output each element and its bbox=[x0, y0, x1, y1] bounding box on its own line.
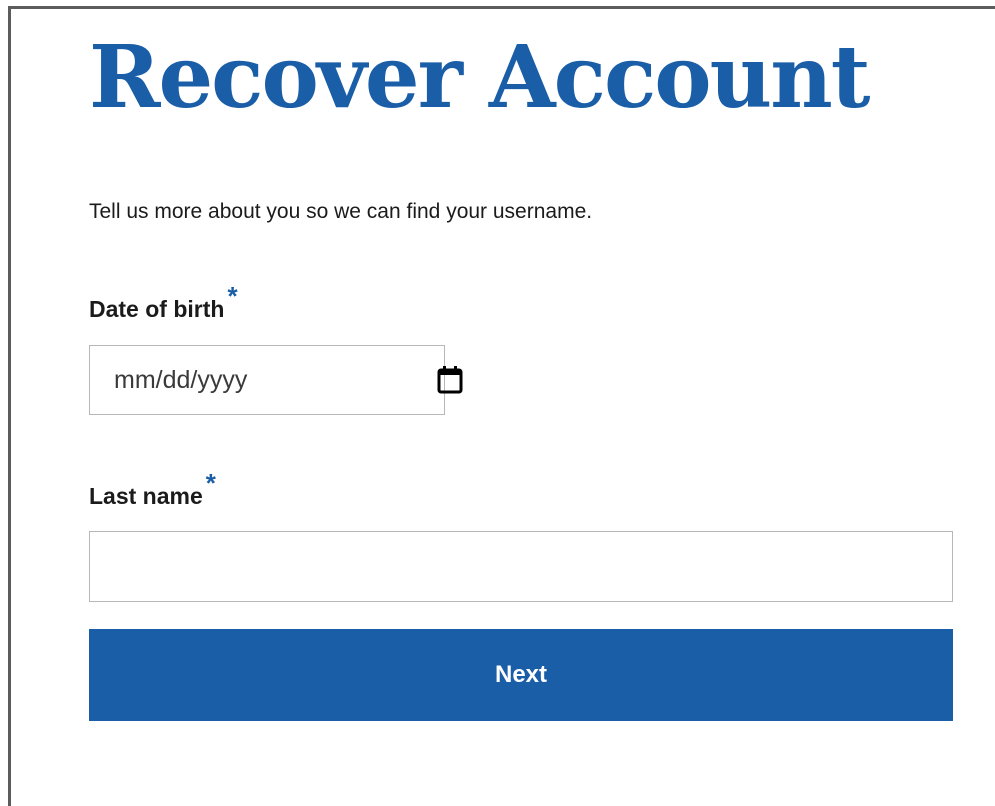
calendar-icon[interactable] bbox=[436, 363, 464, 397]
dob-required-marker: * bbox=[227, 281, 238, 311]
last-name-required-marker: * bbox=[205, 468, 216, 498]
intro-text: Tell us more about you so we can find yo… bbox=[89, 200, 593, 223]
dob-input[interactable] bbox=[114, 365, 436, 395]
calendar-icon-glyph bbox=[437, 366, 463, 394]
window-frame: Recover Account Tell us more about you s… bbox=[8, 6, 995, 806]
last-name-label: Last name * bbox=[89, 468, 216, 511]
dob-label-text: Date of birth bbox=[89, 296, 225, 322]
page-title: Recover Account bbox=[89, 27, 870, 128]
dob-label: Date of birth * bbox=[89, 281, 238, 324]
last-name-label-text: Last name bbox=[89, 483, 203, 509]
dob-field[interactable] bbox=[89, 345, 463, 415]
last-name-input[interactable] bbox=[89, 531, 953, 602]
next-button[interactable]: Next bbox=[89, 629, 953, 721]
